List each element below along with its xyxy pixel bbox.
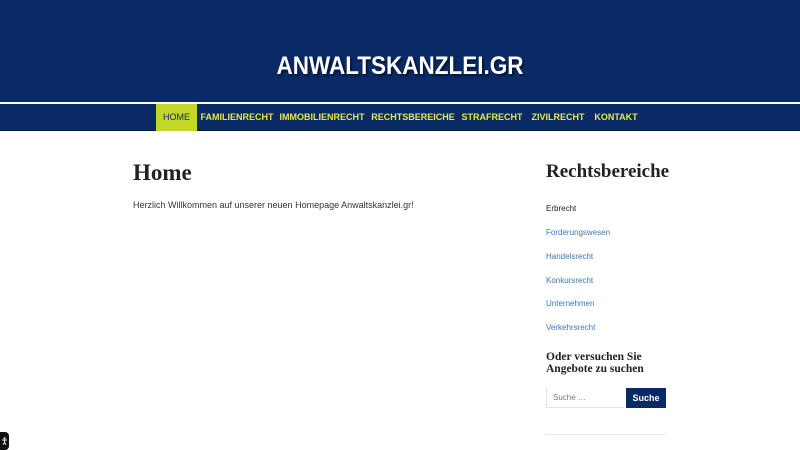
sidebar-link-handelsrecht[interactable]: Handelsrecht	[546, 252, 593, 261]
search-widget-title: Oder versuchen Sie Angebote zu suchen	[546, 351, 644, 375]
page-intro-text: Herzlich Willkommen auf unserer neuen Ho…	[133, 200, 414, 210]
main-navigation: HOME FAMILIENRECHT IMMOBILIENRECHT RECHT…	[0, 104, 800, 131]
sidebar-link-konkursrecht[interactable]: Konkursrecht	[546, 276, 593, 285]
nav-item-kontakt[interactable]: KONTAKT	[592, 104, 640, 131]
nav-item-familienrecht[interactable]: FAMILIENRECHT	[198, 104, 276, 131]
sidebar-divider	[546, 434, 666, 435]
page-title: Home	[133, 160, 192, 185]
sidebar-link-forderungswesen[interactable]: Forderungswesen	[546, 228, 610, 237]
accessibility-badge[interactable]	[0, 432, 9, 450]
nav-item-zivilrecht[interactable]: ZIVILRECHT	[530, 104, 586, 131]
nav-item-rechtsbereiche[interactable]: RECHTSBEREICHE	[370, 104, 456, 131]
sidebar-title: Rechtsbereiche	[546, 161, 670, 182]
accessibility-icon	[2, 437, 7, 445]
sidebar-link-unternehmen[interactable]: Unternehmen	[546, 299, 594, 308]
nav-item-immobilienrecht[interactable]: IMMOBILIENRECHT	[279, 104, 365, 131]
site-header: ANWALTSKANZLEI.GR	[0, 0, 800, 102]
site-logo[interactable]: ANWALTSKANZLEI.GR	[40, 52, 760, 81]
nav-item-home[interactable]: HOME	[156, 104, 197, 131]
sidebar-link-verkehrsrecht[interactable]: Verkehrsrecht	[546, 323, 595, 332]
nav-item-strafrecht[interactable]: STRAFRECHT	[460, 104, 524, 131]
sidebar-link-erbrecht[interactable]: Erbrecht	[546, 204, 576, 213]
search-button[interactable]: Suche	[626, 388, 666, 408]
search-input[interactable]	[546, 387, 623, 408]
